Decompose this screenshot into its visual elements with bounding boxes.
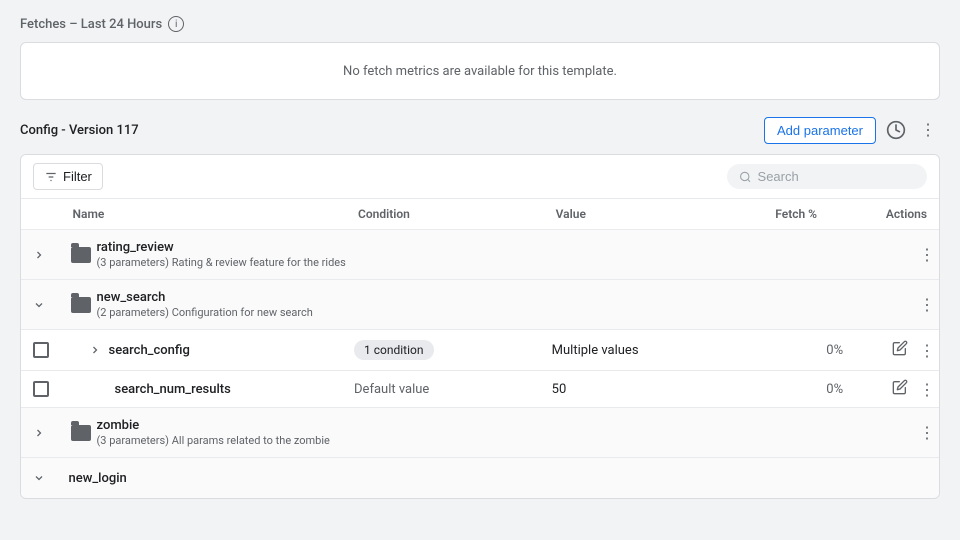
parameters-table: Name Condition Value Fetch % Actions — [21, 199, 939, 498]
param-desc: (3 parameters) Rating & review feature f… — [97, 256, 346, 269]
param-name: search_config — [109, 343, 190, 358]
param-name: search_num_results — [115, 382, 231, 397]
fetch-pct-cell: 0% — [763, 371, 851, 408]
expand-cell — [21, 458, 61, 499]
group-name-cell: new_login — [61, 458, 852, 499]
edit-button[interactable] — [888, 336, 912, 360]
condition-badge: 1 condition — [354, 340, 433, 360]
expand-button[interactable] — [29, 245, 49, 265]
expand-button[interactable] — [29, 468, 49, 488]
expand-button[interactable] — [85, 340, 105, 360]
table-row: new_search (2 parameters) Configuration … — [21, 280, 939, 330]
expand-cell — [21, 280, 61, 330]
fetch-pct-cell: 0% — [763, 330, 851, 371]
filter-button[interactable]: Filter — [33, 163, 103, 190]
col-value-header: Value — [544, 199, 764, 230]
param-name: zombie — [97, 418, 330, 433]
folder-icon — [71, 247, 91, 263]
actions-cell: ⋮ — [851, 330, 939, 371]
group-name-content: new_search (2 parameters) Configuration … — [97, 290, 313, 319]
col-actions-header: Actions — [851, 199, 939, 230]
row-more-button[interactable]: ⋮ — [915, 241, 939, 269]
row-more-button[interactable]: ⋮ — [915, 291, 939, 319]
page-container: Fetches – Last 24 Hours i No fetch metri… — [0, 0, 960, 515]
checkbox-cell — [21, 330, 61, 371]
config-table-container: Filter Name Condition Value Fetch % A — [20, 154, 940, 499]
filter-bar: Filter — [21, 155, 939, 199]
edit-icon — [892, 340, 908, 356]
row-more-button[interactable]: ⋮ — [915, 376, 939, 404]
expand-button[interactable] — [29, 423, 49, 443]
table-row: search_config 1 condition Multiple value… — [21, 330, 939, 371]
param-desc: (2 parameters) Configuration for new sea… — [97, 306, 313, 319]
expand-cell — [21, 230, 61, 280]
actions-cell — [851, 458, 939, 499]
row-checkbox[interactable] — [33, 342, 49, 358]
table-row: search_num_results Default value 50 0% — [21, 371, 939, 408]
name-cell: search_num_results — [61, 371, 347, 408]
col-fetch-header: Fetch % — [763, 199, 851, 230]
table-row: rating_review (3 parameters) Rating & re… — [21, 230, 939, 280]
config-title: Config - Version 117 — [20, 123, 139, 138]
value-cell: 50 — [544, 371, 764, 408]
search-icon — [739, 170, 752, 184]
condition-text: Default value — [354, 382, 429, 397]
group-name-cell: new_search (2 parameters) Configuration … — [61, 280, 852, 330]
search-input[interactable] — [758, 169, 915, 184]
row-more-button[interactable]: ⋮ — [915, 419, 939, 447]
config-header: Config - Version 117 Add parameter ⋮ — [20, 116, 940, 144]
fetches-empty-message: No fetch metrics are available for this … — [343, 64, 617, 79]
edit-icon — [892, 379, 908, 395]
col-condition-header: Condition — [346, 199, 544, 230]
param-name: rating_review — [97, 240, 346, 255]
param-desc: (3 parameters) All params related to the… — [97, 434, 330, 447]
table-row: new_login — [21, 458, 939, 499]
fetches-title: Fetches – Last 24 Hours — [20, 17, 162, 32]
history-icon-button[interactable] — [882, 116, 910, 144]
actions-cell: ⋮ — [851, 280, 939, 330]
actions-cell: ⋮ — [851, 230, 939, 280]
expand-cell — [21, 408, 61, 458]
group-name-content: rating_review (3 parameters) Rating & re… — [97, 240, 346, 269]
add-parameter-button[interactable]: Add parameter — [764, 117, 876, 144]
col-name-header: Name — [61, 199, 347, 230]
group-name-cell: zombie (3 parameters) All params related… — [61, 408, 852, 458]
group-name-content: zombie (3 parameters) All params related… — [97, 418, 330, 447]
actions-cell: ⋮ — [851, 408, 939, 458]
folder-icon — [71, 425, 91, 441]
config-more-button[interactable]: ⋮ — [916, 116, 940, 144]
actions-cell: ⋮ — [851, 371, 939, 408]
fetches-empty-box: No fetch metrics are available for this … — [20, 42, 940, 100]
expand-button[interactable] — [29, 295, 49, 315]
col-expand-header — [21, 199, 61, 230]
table-header-row: Name Condition Value Fetch % Actions — [21, 199, 939, 230]
config-actions: Add parameter ⋮ — [764, 116, 940, 144]
condition-cell: 1 condition — [346, 330, 544, 371]
row-checkbox[interactable] — [33, 381, 49, 397]
folder-icon — [71, 297, 91, 313]
table-row: zombie (3 parameters) All params related… — [21, 408, 939, 458]
fetches-info-icon[interactable]: i — [168, 16, 184, 32]
condition-cell: Default value — [346, 371, 544, 408]
filter-label: Filter — [63, 169, 92, 184]
param-name: new_search — [97, 290, 313, 305]
search-box — [727, 164, 927, 189]
filter-icon — [44, 170, 58, 184]
group-name-cell: rating_review (3 parameters) Rating & re… — [61, 230, 852, 280]
value-cell: Multiple values — [544, 330, 764, 371]
edit-button[interactable] — [888, 375, 912, 399]
param-name: new_login — [69, 471, 127, 486]
checkbox-cell — [21, 371, 61, 408]
fetches-header: Fetches – Last 24 Hours i — [20, 16, 940, 32]
row-more-button[interactable]: ⋮ — [915, 337, 939, 365]
name-cell: search_config — [61, 330, 347, 371]
